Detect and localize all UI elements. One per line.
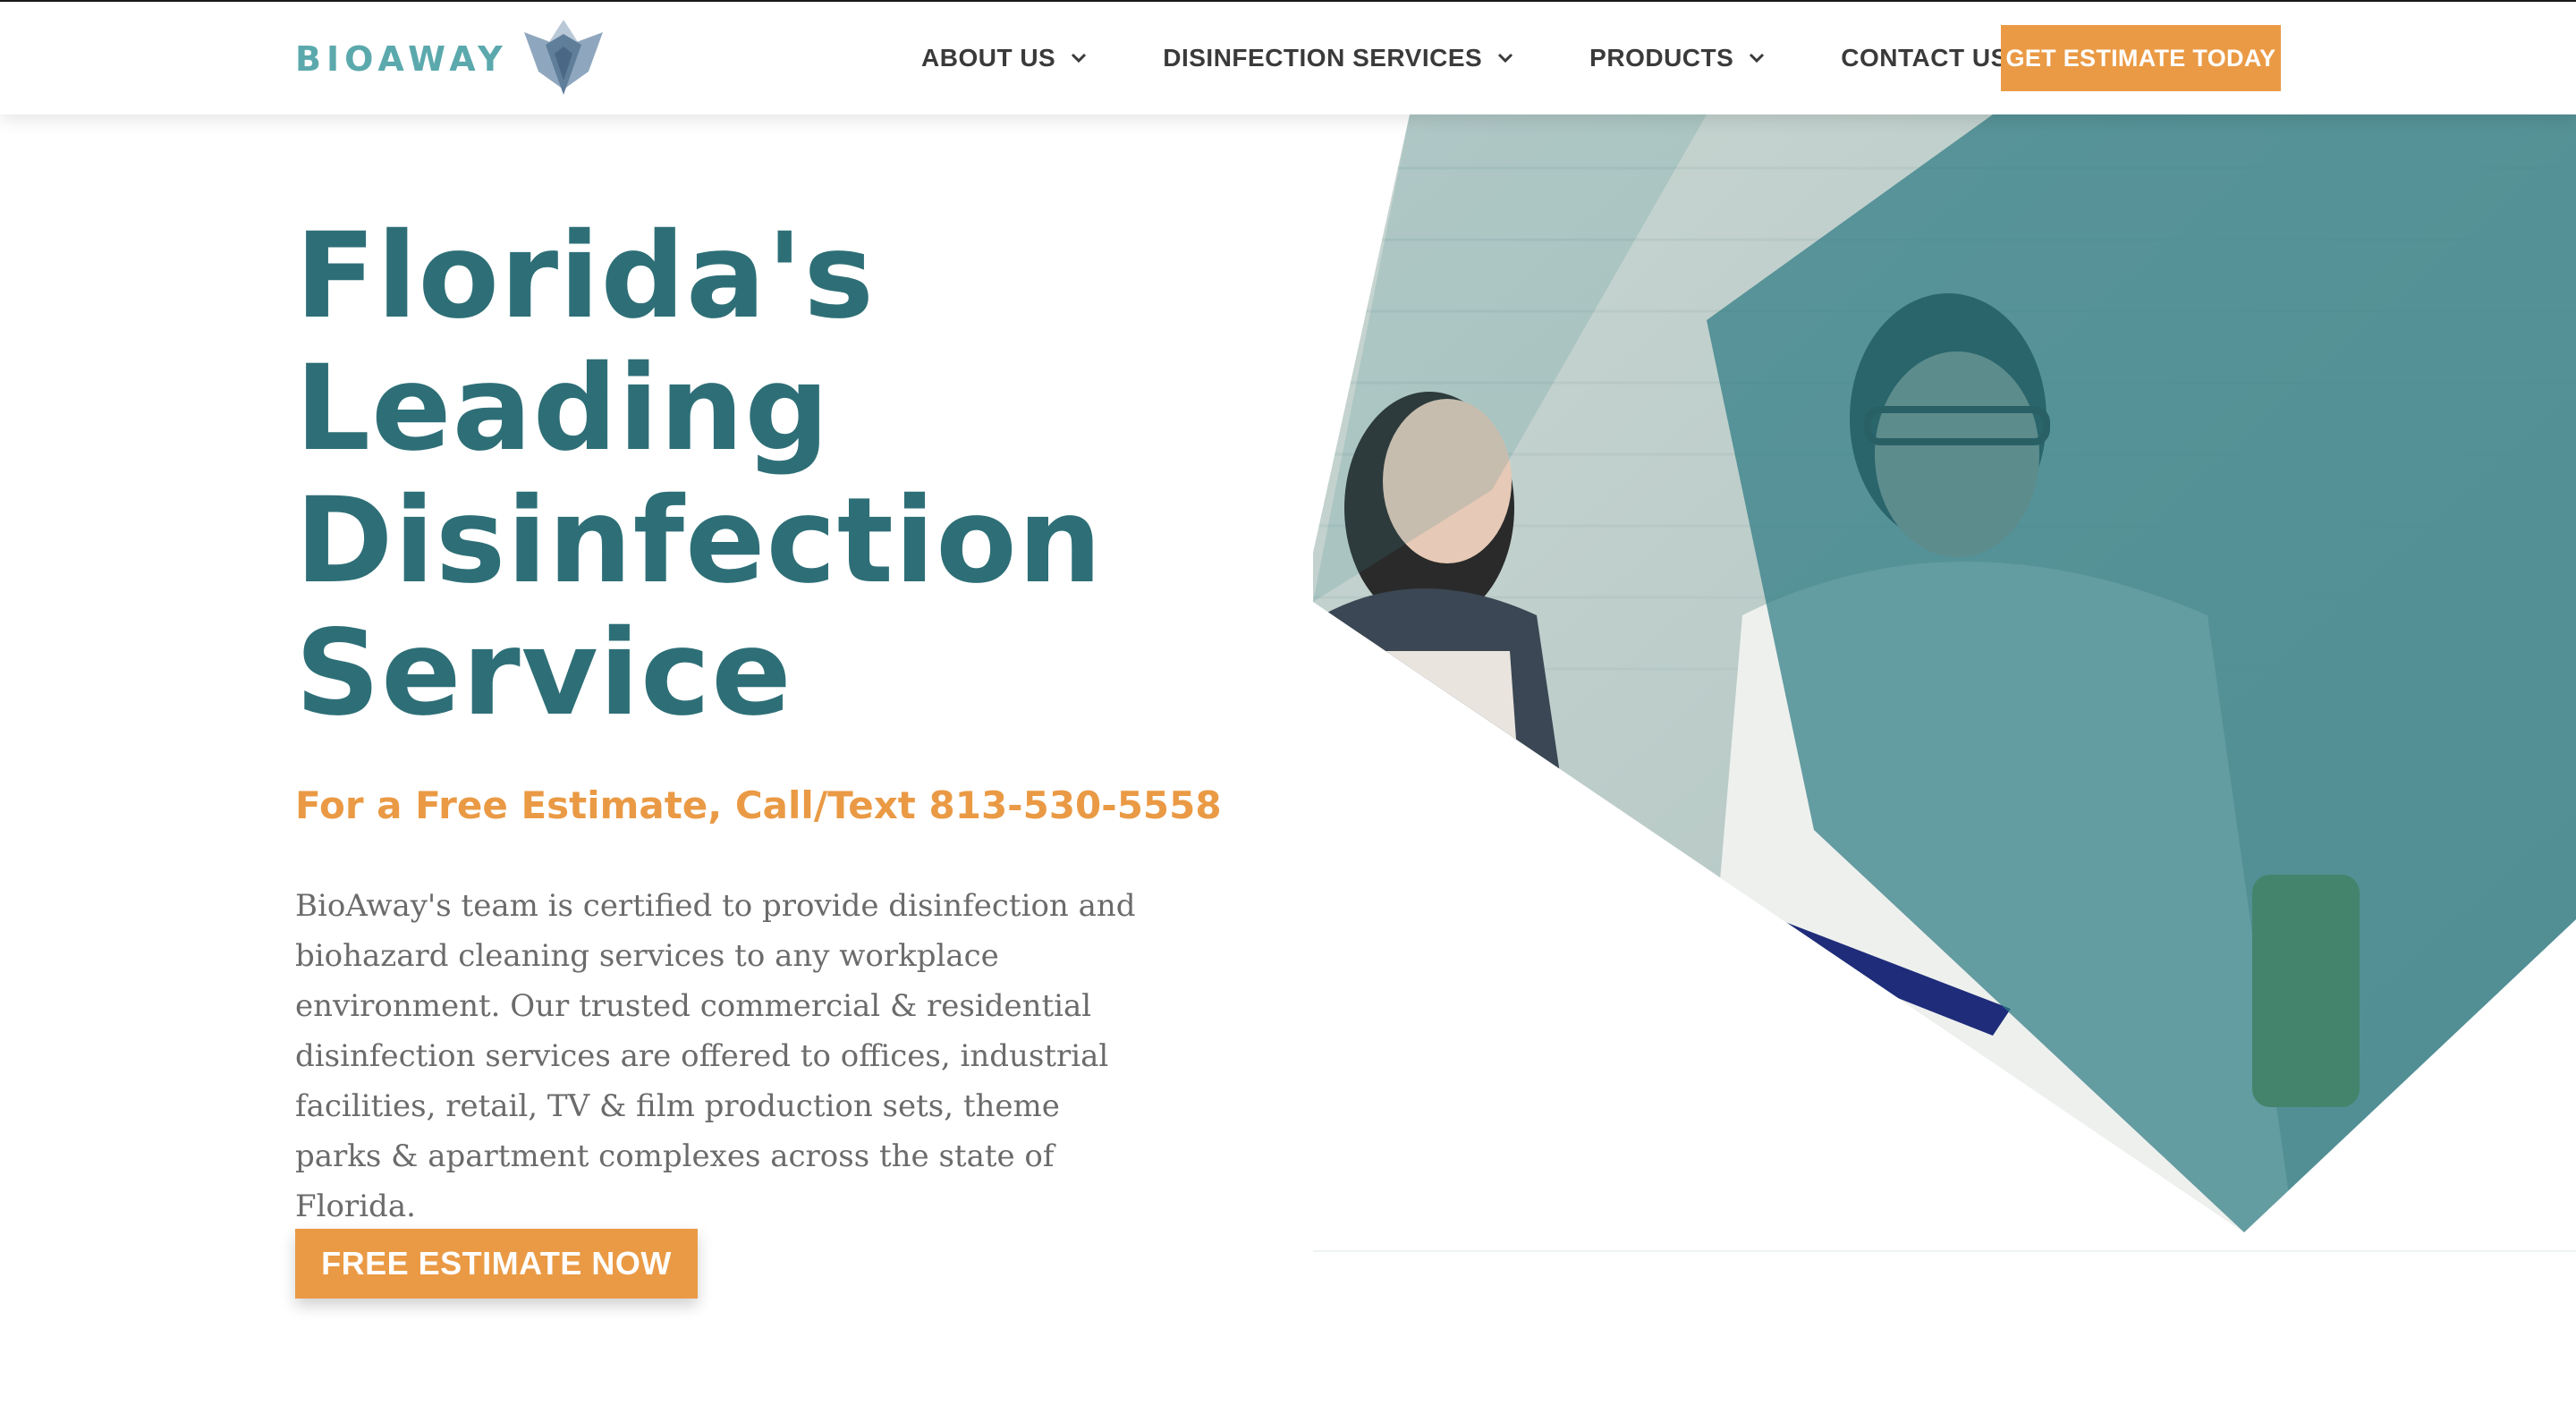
headline-line: Leading <box>295 340 830 478</box>
phone-subheading: For a Free Estimate, Call/Text 813-530-5… <box>295 783 1222 827</box>
headline-line: Disinfection <box>295 472 1103 610</box>
hero-headline-block: Florida's Leading Disinfection Service <box>295 210 1199 740</box>
nav-disinfection-services-label: DISINFECTION SERVICES <box>1163 44 1483 72</box>
nav-contact-us-label: CONTACT US <box>1841 44 2008 72</box>
hero-photo-technician-and-client <box>1313 114 2576 1252</box>
nav-disinfection-services[interactable]: DISINFECTION SERVICES <box>1163 44 1516 72</box>
free-estimate-now-button[interactable]: FREE ESTIMATE NOW <box>295 1229 698 1299</box>
site-header: BIOAWAY ABOUT US DISINFECTION SERVICES P… <box>0 2 2576 114</box>
nav-products-label: PRODUCTS <box>1589 44 1734 72</box>
get-estimate-today-button[interactable]: GET ESTIMATE TODAY <box>2001 25 2281 91</box>
chevron-down-icon <box>1498 53 1513 63</box>
logo-wordmark: BIOAWAY <box>295 39 508 79</box>
bioaway-logo[interactable]: BIOAWAY <box>295 14 606 104</box>
logo-lotus-icon <box>523 20 603 95</box>
chevron-down-icon <box>1750 53 1765 63</box>
nav-about-us[interactable]: ABOUT US <box>921 44 1089 72</box>
chevron-down-icon <box>1072 53 1087 63</box>
hero-headline: Florida's Leading Disinfection Service <box>295 210 1199 740</box>
nav-contact-us[interactable]: CONTACT US <box>1841 44 2007 72</box>
main-nav: ABOUT US DISINFECTION SERVICES PRODUCTS … <box>921 2 2081 114</box>
nav-about-us-label: ABOUT US <box>921 44 1056 72</box>
nav-products[interactable]: PRODUCTS <box>1589 44 1767 72</box>
headline-line: Service <box>295 605 792 742</box>
hero-description: BioAway's team is certified to provide d… <box>295 888 1136 1224</box>
headline-line: Florida's <box>295 207 875 345</box>
